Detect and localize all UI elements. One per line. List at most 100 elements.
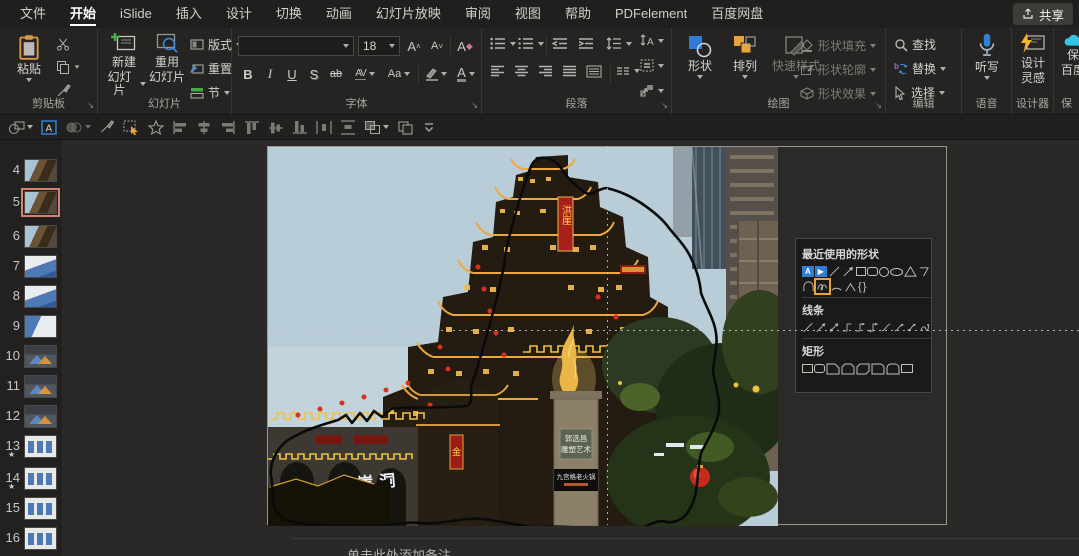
slide-row-12[interactable]: 12: [0, 404, 62, 430]
slide-thumbnail[interactable]: [24, 315, 57, 338]
toolbar-more-button[interactable]: [420, 117, 438, 137]
text-direction-button[interactable]: A: [640, 34, 664, 47]
rect-snip-same-icon[interactable]: [841, 363, 855, 375]
character-spacing-button[interactable]: AV: [350, 64, 380, 84]
slide-row-15[interactable]: 15: [0, 496, 62, 522]
connector-curved-icon[interactable]: [880, 321, 892, 334]
connector-elbow-double-arrow-icon[interactable]: [867, 321, 879, 334]
rect-snip-diagonal-icon[interactable]: [856, 363, 870, 375]
rect-round-same-icon[interactable]: [886, 363, 900, 375]
tab-insert[interactable]: 插入: [164, 0, 214, 28]
vertical-guide-line[interactable]: [607, 146, 608, 525]
align-right-button[interactable]: [538, 65, 553, 77]
slide-thumbnail[interactable]: [24, 375, 57, 398]
connector-curved-arrow-icon[interactable]: [893, 321, 905, 334]
text-highlight-button[interactable]: [422, 64, 450, 84]
replace-button[interactable]: b 替换: [894, 60, 947, 77]
strikethrough-button[interactable]: ab: [326, 64, 346, 84]
slide-thumbnail[interactable]: [24, 285, 57, 308]
shape-arrow-icon[interactable]: [842, 265, 855, 278]
paragraph-dialog-launcher[interactable]: ↘: [661, 101, 668, 110]
slide-thumbnail[interactable]: [24, 435, 57, 458]
tab-home[interactable]: 开始: [58, 0, 108, 28]
tab-animations[interactable]: 动画: [314, 0, 364, 28]
shape-chord-icon[interactable]: [802, 280, 815, 293]
rect-round-single-icon[interactable]: [871, 363, 885, 375]
shape-textbox-icon[interactable]: A: [802, 266, 814, 277]
italic-button[interactable]: I: [260, 64, 280, 84]
notes-pane[interactable]: 单击此处添加备注: [292, 538, 1079, 556]
rect-snip-single-icon[interactable]: [826, 363, 840, 375]
align-text-button[interactable]: [640, 59, 664, 72]
bold-button[interactable]: B: [238, 64, 258, 84]
tab-slideshow[interactable]: 幻灯片放映: [364, 0, 453, 28]
reset-button[interactable]: 重置: [190, 60, 232, 77]
dictate-button[interactable]: 听写: [967, 33, 1007, 80]
shape-right-brace-icon[interactable]: }: [863, 281, 867, 293]
align-center-button[interactable]: [514, 65, 529, 77]
text-shadow-button[interactable]: S: [304, 64, 324, 84]
tab-view[interactable]: 视图: [503, 0, 553, 28]
shape-oval-icon[interactable]: [879, 266, 890, 277]
select-objects-button[interactable]: [121, 117, 142, 137]
shape-rounded-rectangle-icon[interactable]: [867, 267, 879, 276]
slide-thumbnail[interactable]: [24, 405, 57, 428]
slide-row-5-selected[interactable]: 5: [0, 188, 62, 217]
shape-angle-icon[interactable]: [844, 280, 857, 293]
tab-islide[interactable]: iSlide: [108, 0, 164, 28]
slide-row-10[interactable]: 10: [0, 344, 62, 370]
shapes-button[interactable]: 形状: [678, 34, 722, 79]
slide-row-13[interactable]: 13 ★: [0, 434, 62, 460]
tab-design[interactable]: 设计: [214, 0, 264, 28]
line-spacing-button[interactable]: [606, 37, 632, 50]
align-left-button[interactable]: [490, 65, 505, 77]
decrease-indent-button[interactable]: [552, 37, 568, 50]
font-dialog-launcher[interactable]: ↘: [471, 101, 478, 110]
slide-thumbnail[interactable]: [24, 345, 57, 368]
draw-shape-button[interactable]: [6, 117, 35, 137]
align-right-objects-button[interactable]: [218, 117, 238, 137]
paste-button[interactable]: 粘贴: [8, 34, 50, 82]
save-to-baidu-button[interactable]: 保 百度: [1058, 33, 1079, 77]
duplicate-button[interactable]: [395, 117, 416, 137]
shape-line-icon[interactable]: [828, 265, 841, 278]
slide-thumbnail-selected[interactable]: [21, 188, 60, 217]
change-case-button[interactable]: Aa: [384, 64, 414, 84]
slide-row-8[interactable]: 8: [0, 284, 62, 310]
tab-file[interactable]: 文件: [8, 0, 58, 28]
connector-curved-double-arrow-icon[interactable]: [906, 321, 918, 334]
shape-arc-icon[interactable]: [830, 280, 843, 293]
favorite-star-button[interactable]: [146, 117, 166, 137]
shape-triangle-icon[interactable]: [904, 265, 918, 278]
underline-button[interactable]: U: [282, 64, 302, 84]
tab-help[interactable]: 帮助: [553, 0, 603, 28]
design-ideas-button[interactable]: 设计 灵感: [1015, 33, 1051, 85]
new-slide-button[interactable]: 新建 幻灯片: [102, 32, 146, 97]
editing-canvas[interactable]: 洪崖 金 郭选昌 雕塑艺术 九宫格老火锅 最近使用的形状 A ▶ {} 线条 …: [62, 140, 1079, 556]
tab-pdfelement[interactable]: PDFelement: [603, 0, 699, 28]
increase-indent-button[interactable]: [578, 37, 594, 50]
horizontal-guide-line[interactable]: [267, 330, 1079, 331]
slide-thumbnail[interactable]: [24, 159, 57, 182]
shape-action-button-icon[interactable]: ▶: [814, 266, 827, 277]
font-color-button[interactable]: A: [452, 64, 480, 84]
slide-thumbnail[interactable]: [24, 225, 57, 248]
columns-button[interactable]: [616, 65, 640, 77]
distribute-horizontal-button[interactable]: [314, 117, 334, 137]
shape-fill-button[interactable]: 形状填充: [800, 37, 877, 54]
notes-placeholder[interactable]: 单击此处添加备注: [347, 545, 451, 556]
slide-row-6[interactable]: 6: [0, 224, 62, 250]
line-double-arrow-icon[interactable]: [828, 321, 840, 334]
rect-rounded-icon[interactable]: [814, 364, 825, 373]
line-freeform-arrow-icon[interactable]: [919, 321, 931, 334]
align-left-objects-button[interactable]: [170, 117, 190, 137]
shape-half-frame-icon[interactable]: [918, 265, 931, 278]
find-button[interactable]: 查找: [894, 36, 936, 53]
merge-shapes-button[interactable]: [63, 117, 93, 137]
line-arrow-icon[interactable]: [815, 321, 827, 334]
slide-row-4[interactable]: 4: [0, 158, 62, 184]
shrink-font-button[interactable]: A ˅: [427, 36, 447, 56]
group-objects-button[interactable]: [362, 117, 391, 137]
font-name-combobox[interactable]: [238, 36, 354, 56]
distribute-button[interactable]: [586, 65, 602, 78]
